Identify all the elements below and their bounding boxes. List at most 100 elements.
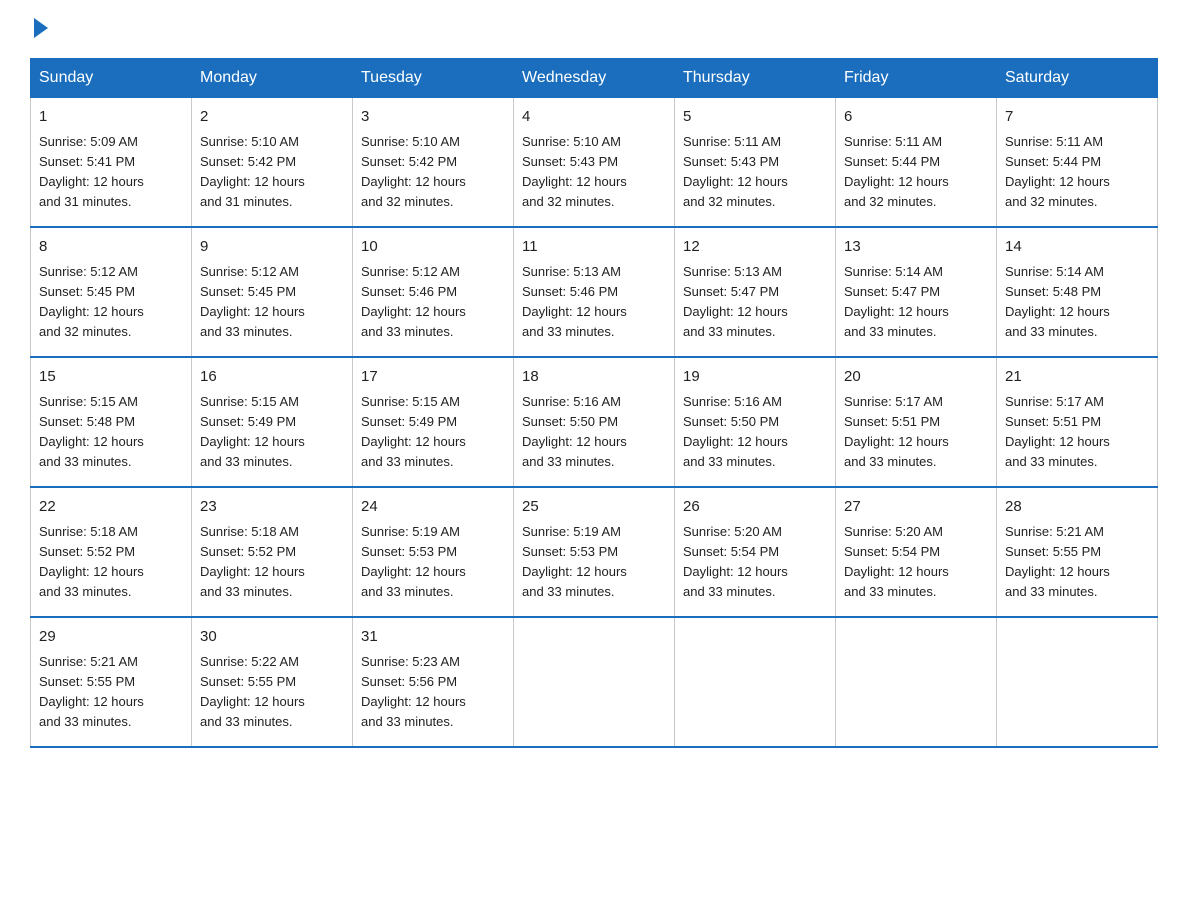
- calendar-cell: 18 Sunrise: 5:16 AMSunset: 5:50 PMDayligh…: [514, 357, 675, 487]
- day-number: 24: [361, 496, 505, 519]
- calendar-cell: 15 Sunrise: 5:15 AMSunset: 5:48 PMDayligh…: [31, 357, 192, 487]
- calendar-week-row: 29 Sunrise: 5:21 AMSunset: 5:55 PMDayligh…: [31, 617, 1158, 747]
- calendar-cell: 19 Sunrise: 5:16 AMSunset: 5:50 PMDayligh…: [675, 357, 836, 487]
- calendar-cell: 7 Sunrise: 5:11 AMSunset: 5:44 PMDaylight…: [997, 98, 1158, 228]
- day-number: 9: [200, 236, 344, 259]
- day-info: Sunrise: 5:11 AMSunset: 5:44 PMDaylight:…: [1005, 132, 1149, 213]
- calendar-cell: 22 Sunrise: 5:18 AMSunset: 5:52 PMDayligh…: [31, 487, 192, 617]
- calendar-week-row: 15 Sunrise: 5:15 AMSunset: 5:48 PMDayligh…: [31, 357, 1158, 487]
- day-number: 13: [844, 236, 988, 259]
- calendar-cell: 27 Sunrise: 5:20 AMSunset: 5:54 PMDayligh…: [836, 487, 997, 617]
- day-info: Sunrise: 5:10 AMSunset: 5:42 PMDaylight:…: [361, 132, 505, 213]
- calendar-header-sunday: Sunday: [31, 59, 192, 98]
- day-info: Sunrise: 5:14 AMSunset: 5:47 PMDaylight:…: [844, 262, 988, 343]
- day-info: Sunrise: 5:13 AMSunset: 5:47 PMDaylight:…: [683, 262, 827, 343]
- day-info: Sunrise: 5:21 AMSunset: 5:55 PMDaylight:…: [39, 652, 183, 733]
- calendar-cell: 16 Sunrise: 5:15 AMSunset: 5:49 PMDayligh…: [192, 357, 353, 487]
- day-number: 29: [39, 626, 183, 649]
- calendar-header-thursday: Thursday: [675, 59, 836, 98]
- day-number: 15: [39, 366, 183, 389]
- day-number: 7: [1005, 106, 1149, 129]
- calendar-cell: 30 Sunrise: 5:22 AMSunset: 5:55 PMDayligh…: [192, 617, 353, 747]
- day-number: 1: [39, 106, 183, 129]
- calendar-header-tuesday: Tuesday: [353, 59, 514, 98]
- calendar-week-row: 1Sunrise: 5:09 AMSunset: 5:41 PMDaylight…: [31, 98, 1158, 228]
- day-info: Sunrise: 5:16 AMSunset: 5:50 PMDaylight:…: [522, 392, 666, 473]
- day-number: 16: [200, 366, 344, 389]
- calendar-week-row: 8 Sunrise: 5:12 AMSunset: 5:45 PMDaylight…: [31, 227, 1158, 357]
- calendar-cell: 3 Sunrise: 5:10 AMSunset: 5:42 PMDaylight…: [353, 98, 514, 228]
- calendar-header-saturday: Saturday: [997, 59, 1158, 98]
- day-info: Sunrise: 5:10 AMSunset: 5:43 PMDaylight:…: [522, 132, 666, 213]
- calendar-cell: 20Sunrise: 5:17 AMSunset: 5:51 PMDayligh…: [836, 357, 997, 487]
- day-number: 10: [361, 236, 505, 259]
- day-info: Sunrise: 5:18 AMSunset: 5:52 PMDaylight:…: [200, 522, 344, 603]
- day-number: 5: [683, 106, 827, 129]
- calendar-cell: 17 Sunrise: 5:15 AMSunset: 5:49 PMDayligh…: [353, 357, 514, 487]
- day-info: Sunrise: 5:15 AMSunset: 5:48 PMDaylight:…: [39, 392, 183, 473]
- calendar-cell: 4Sunrise: 5:10 AMSunset: 5:43 PMDaylight…: [514, 98, 675, 228]
- calendar-cell: 13 Sunrise: 5:14 AMSunset: 5:47 PMDayligh…: [836, 227, 997, 357]
- calendar-cell: 29 Sunrise: 5:21 AMSunset: 5:55 PMDayligh…: [31, 617, 192, 747]
- day-info: Sunrise: 5:16 AMSunset: 5:50 PMDaylight:…: [683, 392, 827, 473]
- day-info: Sunrise: 5:14 AMSunset: 5:48 PMDaylight:…: [1005, 262, 1149, 343]
- day-number: 2: [200, 106, 344, 129]
- day-info: Sunrise: 5:18 AMSunset: 5:52 PMDaylight:…: [39, 522, 183, 603]
- day-info: Sunrise: 5:23 AMSunset: 5:56 PMDaylight:…: [361, 652, 505, 733]
- calendar-cell: 28 Sunrise: 5:21 AMSunset: 5:55 PMDayligh…: [997, 487, 1158, 617]
- calendar-cell: [836, 617, 997, 747]
- day-number: 19: [683, 366, 827, 389]
- day-info: Sunrise: 5:13 AMSunset: 5:46 PMDaylight:…: [522, 262, 666, 343]
- day-info: Sunrise: 5:20 AMSunset: 5:54 PMDaylight:…: [844, 522, 988, 603]
- calendar-cell: 25 Sunrise: 5:19 AMSunset: 5:53 PMDayligh…: [514, 487, 675, 617]
- day-info: Sunrise: 5:19 AMSunset: 5:53 PMDaylight:…: [522, 522, 666, 603]
- day-info: Sunrise: 5:17 AMSunset: 5:51 PMDaylight:…: [1005, 392, 1149, 473]
- day-info: Sunrise: 5:15 AMSunset: 5:49 PMDaylight:…: [200, 392, 344, 473]
- calendar-cell: 21Sunrise: 5:17 AMSunset: 5:51 PMDayligh…: [997, 357, 1158, 487]
- calendar-week-row: 22 Sunrise: 5:18 AMSunset: 5:52 PMDayligh…: [31, 487, 1158, 617]
- day-info: Sunrise: 5:12 AMSunset: 5:45 PMDaylight:…: [200, 262, 344, 343]
- logo: [30, 20, 50, 38]
- calendar-cell: 1Sunrise: 5:09 AMSunset: 5:41 PMDaylight…: [31, 98, 192, 228]
- calendar-cell: 5Sunrise: 5:11 AMSunset: 5:43 PMDaylight…: [675, 98, 836, 228]
- calendar-cell: 9 Sunrise: 5:12 AMSunset: 5:45 PMDaylight…: [192, 227, 353, 357]
- calendar-cell: [675, 617, 836, 747]
- calendar-cell: 2 Sunrise: 5:10 AMSunset: 5:42 PMDaylight…: [192, 98, 353, 228]
- calendar-cell: 24 Sunrise: 5:19 AMSunset: 5:53 PMDayligh…: [353, 487, 514, 617]
- day-number: 3: [361, 106, 505, 129]
- page-header: [30, 20, 1158, 38]
- day-number: 12: [683, 236, 827, 259]
- day-number: 27: [844, 496, 988, 519]
- day-info: Sunrise: 5:22 AMSunset: 5:55 PMDaylight:…: [200, 652, 344, 733]
- calendar-cell: 31Sunrise: 5:23 AMSunset: 5:56 PMDayligh…: [353, 617, 514, 747]
- calendar-table: SundayMondayTuesdayWednesdayThursdayFrid…: [30, 58, 1158, 748]
- calendar-cell: 26Sunrise: 5:20 AMSunset: 5:54 PMDayligh…: [675, 487, 836, 617]
- calendar-header-friday: Friday: [836, 59, 997, 98]
- day-info: Sunrise: 5:12 AMSunset: 5:46 PMDaylight:…: [361, 262, 505, 343]
- day-number: 23: [200, 496, 344, 519]
- calendar-cell: 6Sunrise: 5:11 AMSunset: 5:44 PMDaylight…: [836, 98, 997, 228]
- day-number: 20: [844, 366, 988, 389]
- day-number: 25: [522, 496, 666, 519]
- calendar-cell: 8Sunrise: 5:12 AMSunset: 5:45 PMDaylight…: [31, 227, 192, 357]
- day-number: 8: [39, 236, 183, 259]
- day-info: Sunrise: 5:20 AMSunset: 5:54 PMDaylight:…: [683, 522, 827, 603]
- day-info: Sunrise: 5:19 AMSunset: 5:53 PMDaylight:…: [361, 522, 505, 603]
- calendar-cell: 10 Sunrise: 5:12 AMSunset: 5:46 PMDayligh…: [353, 227, 514, 357]
- calendar-cell: [514, 617, 675, 747]
- day-info: Sunrise: 5:11 AMSunset: 5:44 PMDaylight:…: [844, 132, 988, 213]
- calendar-cell: 23 Sunrise: 5:18 AMSunset: 5:52 PMDayligh…: [192, 487, 353, 617]
- day-number: 30: [200, 626, 344, 649]
- calendar-header-wednesday: Wednesday: [514, 59, 675, 98]
- day-info: Sunrise: 5:10 AMSunset: 5:42 PMDaylight:…: [200, 132, 344, 213]
- calendar-header-row: SundayMondayTuesdayWednesdayThursdayFrid…: [31, 59, 1158, 98]
- calendar-cell: 11 Sunrise: 5:13 AMSunset: 5:46 PMDayligh…: [514, 227, 675, 357]
- day-info: Sunrise: 5:15 AMSunset: 5:49 PMDaylight:…: [361, 392, 505, 473]
- day-number: 28: [1005, 496, 1149, 519]
- day-number: 18: [522, 366, 666, 389]
- day-number: 17: [361, 366, 505, 389]
- day-number: 22: [39, 496, 183, 519]
- day-info: Sunrise: 5:21 AMSunset: 5:55 PMDaylight:…: [1005, 522, 1149, 603]
- calendar-cell: 14Sunrise: 5:14 AMSunset: 5:48 PMDayligh…: [997, 227, 1158, 357]
- day-number: 11: [522, 236, 666, 259]
